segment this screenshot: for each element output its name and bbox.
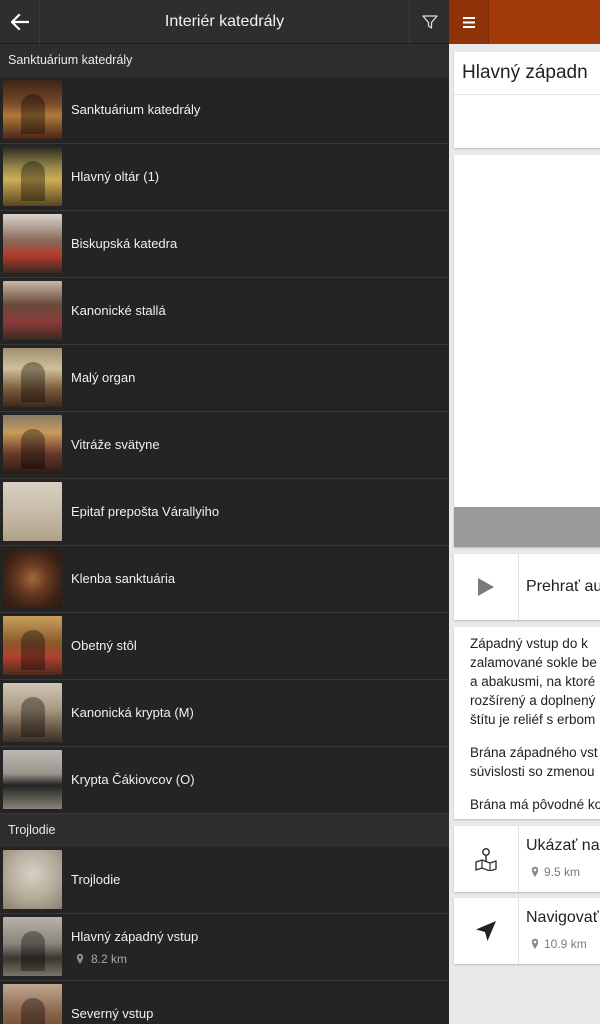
menu-button[interactable] bbox=[449, 0, 489, 44]
show-on-map-label: Ukázať na bbox=[526, 837, 600, 854]
audio-label: Prehrať au bbox=[526, 578, 600, 595]
app-toolbar bbox=[449, 0, 600, 44]
thumbnail-image bbox=[3, 482, 62, 541]
drawer-title: Interiér katedrály bbox=[164, 13, 285, 30]
list-item[interactable]: Hlavný oltár (1) bbox=[0, 144, 449, 211]
list-item-label: Hlavný západný vstup bbox=[71, 929, 199, 944]
location-pin-icon bbox=[76, 953, 84, 964]
list-item-label: Sanktuárium katedrály bbox=[71, 102, 201, 117]
filter-button[interactable] bbox=[409, 0, 449, 44]
play-icon bbox=[478, 578, 494, 596]
thumbnail-image bbox=[3, 750, 62, 809]
thumbnail-image bbox=[3, 281, 62, 340]
navigation-drawer: Interiér katedrály Sanktuárium katedrály… bbox=[0, 0, 449, 1024]
list-item-label: Vitráže svätyne bbox=[71, 437, 160, 452]
list-item-label: Epitaf prepošta Várallyiho bbox=[71, 504, 220, 519]
list-item-label: Biskupská katedra bbox=[71, 236, 178, 251]
list-item[interactable]: Sanktuárium katedrály bbox=[0, 77, 449, 144]
list-item[interactable]: Malý organ bbox=[0, 345, 449, 412]
list-item-label: Klenba sanktuária bbox=[71, 571, 176, 586]
thumbnail-image bbox=[3, 348, 62, 407]
location-pin-icon bbox=[531, 938, 539, 949]
list-item-label: Obetný stôl bbox=[71, 638, 137, 653]
distance-text: 8.2 km bbox=[91, 952, 128, 966]
image-caption-bar bbox=[454, 507, 600, 547]
description-line: Západný vstup do k bbox=[470, 636, 588, 651]
list-item-label: Malý organ bbox=[71, 370, 136, 385]
description-line: zalamované sokle be bbox=[470, 655, 597, 670]
map-pin-icon bbox=[475, 848, 497, 871]
thumbnail-image bbox=[3, 683, 62, 742]
description-line: rozšírený a doplnený bbox=[470, 693, 596, 708]
list-item-label: Kanonické stallá bbox=[71, 303, 166, 318]
detail-title: Hlavný západn bbox=[462, 62, 588, 83]
list-item[interactable]: Trojlodie bbox=[0, 847, 449, 914]
description-card: Západný vstup do k zalamované sokle be a… bbox=[454, 627, 600, 819]
section-header-trojlodie: Trojlodie bbox=[0, 814, 449, 847]
list-item-label: Krypta Čákiovcov (O) bbox=[71, 772, 195, 787]
section-header-sanktuarium: Sanktuárium katedrály bbox=[0, 44, 449, 77]
list-item[interactable]: Severný vstup bbox=[0, 981, 449, 1024]
list-item[interactable]: Epitaf prepošta Várallyiho bbox=[0, 479, 449, 546]
thumbnail-image bbox=[3, 80, 62, 139]
distance-text: 10.9 km bbox=[544, 937, 587, 951]
description-line: súvislosti so zmenou bbox=[470, 764, 595, 779]
list-item[interactable]: Obetný stôl bbox=[0, 613, 449, 680]
thumbnail-image bbox=[3, 917, 62, 976]
navigate-card[interactable]: Navigovať 10.9 km bbox=[454, 898, 600, 964]
distance-info: 8.2 km bbox=[76, 951, 127, 967]
thumbnail-image bbox=[3, 549, 62, 608]
list-item[interactable]: Klenba sanktuária bbox=[0, 546, 449, 613]
location-pin-icon bbox=[531, 866, 539, 877]
list-item[interactable]: Biskupská katedra bbox=[0, 211, 449, 278]
navigate-icon-cell bbox=[454, 898, 519, 964]
arrow-left-icon bbox=[10, 14, 29, 30]
thumbnail-image bbox=[3, 616, 62, 675]
list-item[interactable]: Krypta Čákiovcov (O) bbox=[0, 747, 449, 814]
filter-icon bbox=[421, 15, 438, 29]
drawer-toolbar: Interiér katedrály bbox=[0, 0, 449, 44]
detail-panel: Hlavný západn Prehrať au Západný vstup d… bbox=[449, 0, 600, 1024]
description-line: štítu je reliéf s erbom bbox=[470, 712, 596, 727]
play-button[interactable] bbox=[454, 554, 519, 620]
audio-card[interactable]: Prehrať au bbox=[454, 554, 600, 620]
description-line: Brána západného vst bbox=[470, 745, 598, 760]
list-item-label: Kanonická krypta (M) bbox=[71, 705, 194, 720]
map-icon-cell bbox=[454, 826, 519, 892]
description-line: a abakusmi, na ktoré bbox=[470, 674, 596, 689]
thumbnail-image bbox=[3, 415, 62, 474]
list-item-label: Severný vstup bbox=[71, 1006, 154, 1021]
distance-info: 9.5 km bbox=[531, 865, 580, 879]
list-item-label: Hlavný oltár (1) bbox=[71, 169, 160, 184]
hamburger-menu-icon bbox=[462, 16, 475, 28]
list-item[interactable]: Vitráže svätyne bbox=[0, 412, 449, 479]
thumbnail-image bbox=[3, 214, 62, 273]
thumbnail-image bbox=[3, 984, 62, 1024]
list-item[interactable]: Hlavný západný vstup 8.2 km bbox=[0, 914, 449, 981]
navigation-arrow-icon bbox=[476, 921, 496, 941]
distance-text: 9.5 km bbox=[544, 865, 581, 879]
image-card[interactable] bbox=[454, 155, 600, 547]
show-on-map-card[interactable]: Ukázať na 9.5 km bbox=[454, 826, 600, 892]
title-card: Hlavný západn bbox=[454, 52, 600, 148]
distance-info: 10.9 km bbox=[531, 937, 587, 951]
description-line: Brána má pôvodné ko bbox=[470, 797, 600, 812]
thumbnail-image bbox=[3, 850, 62, 909]
list-item[interactable]: Kanonické stallá bbox=[0, 278, 449, 345]
thumbnail-image bbox=[3, 147, 62, 206]
divider bbox=[454, 94, 600, 95]
list-item[interactable]: Kanonická krypta (M) bbox=[0, 680, 449, 747]
navigate-label: Navigovať bbox=[526, 909, 599, 926]
list-item-label: Trojlodie bbox=[71, 872, 121, 887]
back-button[interactable] bbox=[0, 0, 40, 44]
